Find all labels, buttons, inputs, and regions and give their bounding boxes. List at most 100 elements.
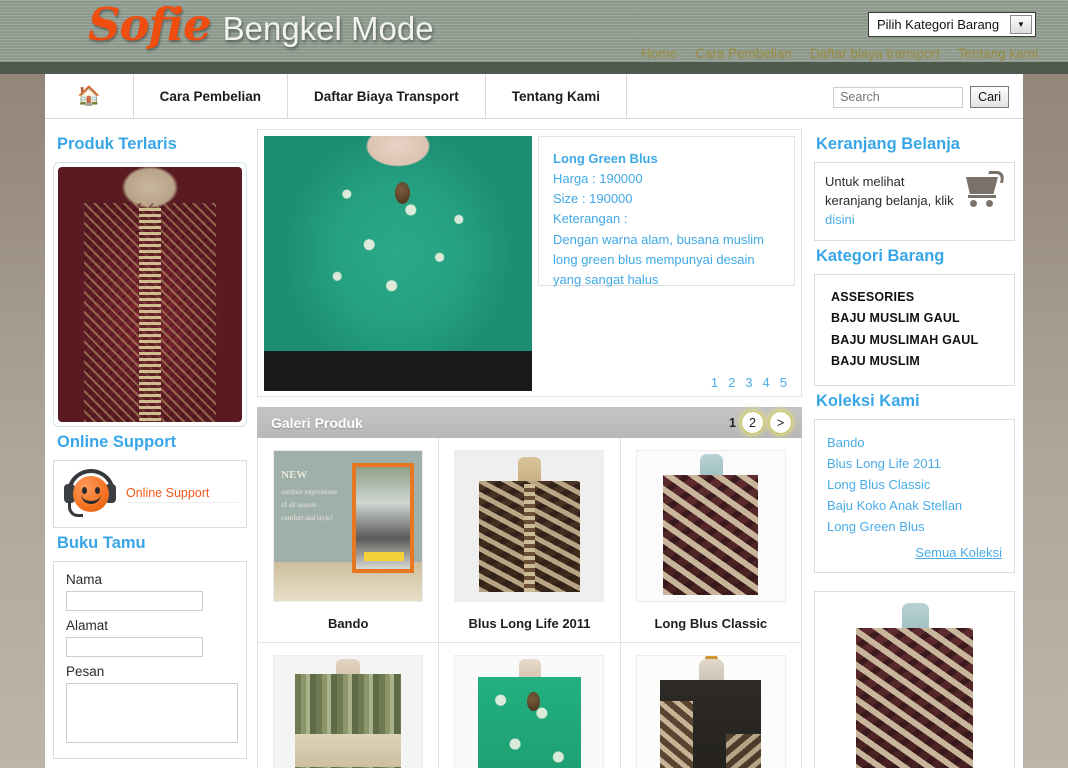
- alamat-input[interactable]: [66, 637, 203, 657]
- logo-tagline-text: Bengkel Mode: [222, 10, 434, 47]
- koleksi-item[interactable]: Blus Long Life 2011: [827, 456, 941, 471]
- alamat-label: Alamat: [66, 618, 109, 633]
- kategori-item[interactable]: ASSESORIES: [831, 287, 1004, 309]
- detail-page-2[interactable]: 2: [728, 375, 735, 390]
- galeri-page-current[interactable]: 1: [729, 411, 736, 434]
- galeri-page-next[interactable]: 2: [741, 411, 764, 434]
- tab-tentang-kami[interactable]: Tentang Kami: [486, 74, 628, 118]
- nama-label: Nama: [66, 572, 103, 587]
- category-select[interactable]: Pilih Kategori Barang ▼: [868, 12, 1036, 37]
- keranjang-card: Untuk melihat keranjang belanja, klik di…: [814, 162, 1015, 241]
- top-nav-item-cara-pembelian[interactable]: Cara Pembelian: [695, 46, 792, 61]
- galeri-item-caption: Long Blus Classic: [654, 616, 768, 631]
- product-detail-image[interactable]: [264, 136, 532, 391]
- detail-page-1[interactable]: 1: [711, 375, 718, 390]
- produk-terlaris-card[interactable]: [53, 162, 247, 427]
- online-support-card[interactable]: Online Support: [53, 460, 247, 528]
- tab-daftar-biaya-transport[interactable]: Daftar Biaya Transport: [288, 74, 486, 118]
- category-select-value: Pilih Kategori Barang: [877, 17, 1000, 32]
- tab-cara-pembelian[interactable]: Cara Pembelian: [134, 74, 288, 118]
- product-detail-info: Long Green Blus Harga : 190000 Size : 19…: [538, 136, 795, 287]
- body-grid: Produk Terlaris Online Support Online Su…: [45, 119, 1023, 768]
- online-support-heading: Online Support: [57, 433, 177, 451]
- galeri-title: Galeri Produk: [271, 414, 363, 431]
- galeri-item-image: [635, 655, 786, 768]
- product-detail-title: Long Green Blus: [553, 151, 658, 166]
- right-sidebar: Keranjang Belanja Untuk melihat keranjan…: [802, 119, 1023, 768]
- detail-page-4[interactable]: 4: [763, 375, 770, 390]
- detail-page-3[interactable]: 3: [745, 375, 752, 390]
- pesan-label: Pesan: [66, 664, 105, 679]
- page-container: 🏠 Cara Pembelian Daftar Biaya Transport …: [45, 74, 1023, 768]
- koleksi-item[interactable]: Baju Koko Anak Stellan: [827, 498, 962, 513]
- buku-tamu-form: Nama Alamat Pesan: [53, 561, 247, 759]
- galeri-item[interactable]: [439, 643, 621, 768]
- galeri-item-image: [454, 450, 605, 602]
- koleksi-item[interactable]: Bando: [827, 435, 865, 450]
- product-detail-size: Size : 190000: [553, 191, 633, 207]
- galeri-item-caption: Blus Long Life 2011: [468, 616, 591, 631]
- keranjang-heading: Keranjang Belanja: [816, 135, 960, 153]
- bando-art-line2: outdoor expressions: [281, 487, 338, 496]
- online-support-label: Online Support: [126, 486, 238, 503]
- product-detail-harga: Harga : 190000: [553, 171, 643, 187]
- koleksi-item[interactable]: Long Green Blus: [827, 519, 925, 534]
- featured-product-image: [823, 599, 1006, 768]
- site-logo[interactable]: Sofie Bengkel Mode: [88, 2, 434, 47]
- bando-art-line1: NEW: [281, 469, 308, 481]
- kategori-item[interactable]: BAJU MUSLIM GAUL: [831, 308, 1004, 330]
- search-submit-button[interactable]: Cari: [970, 86, 1009, 108]
- galeri-item-image: [454, 655, 605, 768]
- galeri-item-image: NEW outdoor expressions of all season co…: [273, 450, 424, 602]
- galeri-header: Galeri Produk 1 2 >: [257, 407, 802, 438]
- produk-terlaris-image: [58, 167, 242, 422]
- headset-smiley-icon: [62, 467, 118, 521]
- koleksi-heading: Koleksi Kami: [816, 391, 920, 410]
- galeri-item[interactable]: [621, 643, 802, 768]
- galeri-item-image: [273, 655, 424, 768]
- bando-art-line3: of all season: [281, 501, 317, 510]
- galeri-item[interactable]: NEW outdoor expressions of all season co…: [258, 438, 440, 643]
- nama-input[interactable]: [66, 591, 203, 611]
- koleksi-item[interactable]: Long Blus Classic: [827, 477, 930, 492]
- produk-terlaris-heading: Produk Terlaris: [57, 135, 177, 153]
- galeri-next-arrow-icon[interactable]: >: [769, 411, 792, 434]
- galeri-pager: 1 2 >: [729, 411, 792, 434]
- product-detail-pager: 1 2 3 4 5: [711, 375, 787, 390]
- featured-product-card[interactable]: Long Blus Classic: [814, 590, 1015, 768]
- chevron-down-icon[interactable]: ▼: [1010, 15, 1032, 34]
- shopping-cart-icon: [962, 171, 1005, 209]
- top-nav-item-tentang-kami[interactable]: Tentang kami: [958, 46, 1038, 61]
- detail-page-5[interactable]: 5: [780, 375, 787, 390]
- top-nav-item-daftar-biaya-transport[interactable]: Daftar biaya transport: [810, 46, 940, 61]
- search-input[interactable]: [833, 86, 964, 108]
- header-divider: [0, 62, 1068, 74]
- keranjang-message: Untuk melihat keranjang belanja, klik: [825, 174, 954, 208]
- main-tabnav: 🏠 Cara Pembelian Daftar Biaya Transport …: [45, 74, 1023, 119]
- product-detail-keterangan: Dengan warna alam, busana muslim long gr…: [553, 231, 764, 287]
- galeri-item[interactable]: Blus Long Life 2011: [439, 438, 621, 643]
- keranjang-text: Untuk melihat keranjang belanja, klik di…: [825, 173, 956, 230]
- kategori-item[interactable]: BAJU MUSLIMAH GAUL: [831, 330, 1004, 352]
- semua-koleksi-link[interactable]: Semua Koleksi: [915, 545, 1002, 560]
- left-sidebar: Produk Terlaris Online Support Online Su…: [45, 119, 257, 759]
- main-content: Long Green Blus Harga : 190000 Size : 19…: [257, 119, 802, 768]
- galeri-grid: NEW outdoor expressions of all season co…: [257, 438, 802, 768]
- buku-tamu-heading: Buku Tamu: [57, 534, 146, 552]
- bando-art-line4: comfort and style!: [281, 514, 333, 523]
- galeri-item[interactable]: [258, 643, 440, 768]
- top-nav-item-home[interactable]: Home: [641, 46, 677, 61]
- pesan-textarea[interactable]: [66, 683, 238, 743]
- galeri-item-caption: Bando: [327, 616, 369, 631]
- product-detail-keterangan-label: Keterangan :: [553, 211, 628, 227]
- kategori-card: ASSESORIES BAJU MUSLIM GAUL BAJU MUSLIMA…: [814, 273, 1015, 386]
- galeri-item[interactable]: Long Blus Classic: [620, 438, 802, 643]
- koleksi-list: Bando Blus Long Life 2011 Long Blus Clas…: [825, 430, 1004, 537]
- kategori-heading: Kategori Barang: [816, 246, 945, 265]
- keranjang-disini-link[interactable]: disini: [825, 212, 855, 227]
- galeri-item-image: [635, 450, 786, 602]
- search-bar: Cari: [833, 86, 1009, 108]
- tab-home[interactable]: 🏠: [45, 74, 134, 118]
- site-header: Sofie Bengkel Mode Pilih Kategori Barang…: [0, 0, 1068, 62]
- kategori-item[interactable]: BAJU MUSLIM: [831, 351, 1004, 373]
